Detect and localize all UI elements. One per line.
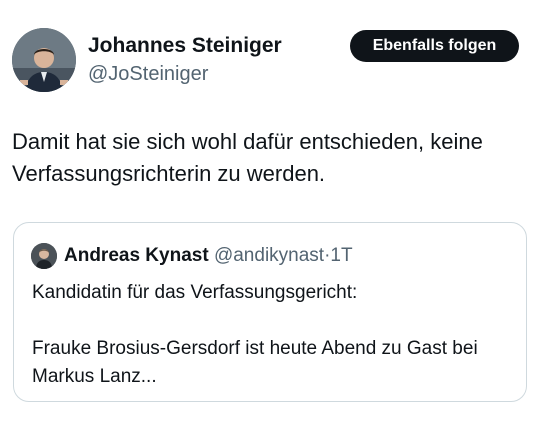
- follow-button[interactable]: Ebenfalls folgen: [350, 30, 519, 62]
- quoted-text-gap: [32, 307, 512, 335]
- quoted-text-line-1: Kandidatin für das Verfassungsgericht:: [32, 282, 358, 303]
- quoted-timestamp[interactable]: 1T: [330, 245, 352, 266]
- quoted-header: Andreas Kynast @andikynast·1T: [64, 243, 353, 269]
- quoted-author-avatar[interactable]: [31, 243, 57, 269]
- quoted-text-line-2: Frauke Brosius-Gersdorf ist heute Abend …: [32, 338, 478, 387]
- quoted-author-name[interactable]: Andreas Kynast: [64, 245, 209, 266]
- author-handle[interactable]: @JoSteiniger: [88, 62, 208, 86]
- quoted-text: Kandidatin für das Verfassungsgericht: F…: [32, 279, 512, 391]
- quoted-author-handle[interactable]: @andikynast: [214, 245, 324, 266]
- tweet-text: Damit hat sie sich wohl dafür entschiede…: [12, 129, 483, 186]
- author-avatar[interactable]: [12, 28, 76, 92]
- quoted-tweet[interactable]: Andreas Kynast @andikynast·1T Kandidatin…: [13, 222, 527, 402]
- author-name[interactable]: Johannes Steiniger: [88, 34, 282, 58]
